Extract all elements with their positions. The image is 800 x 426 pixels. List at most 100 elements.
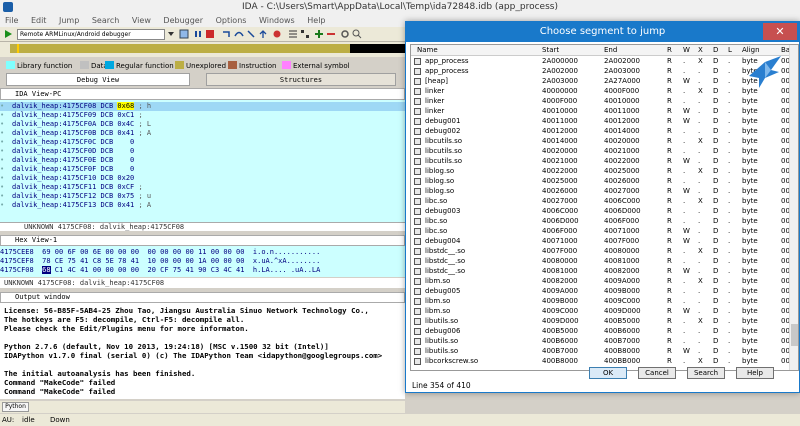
terminate-process-icon[interactable] bbox=[205, 29, 215, 39]
segment-icon bbox=[414, 288, 421, 295]
menu-options[interactable]: Options bbox=[211, 14, 252, 27]
menu-edit[interactable]: Edit bbox=[26, 14, 52, 27]
segment-row[interactable]: [heap] 2A003000 2A27A000 R W. D. byte 00 bbox=[411, 77, 798, 86]
segment-row[interactable]: libm.so 40082000 4009A000 R. X D. byte 00 bbox=[411, 277, 798, 286]
segment-row[interactable]: liblog.so 40022000 40025000 R. X D. byte 00 bbox=[411, 167, 798, 176]
segment-icon bbox=[414, 188, 421, 195]
segment-row[interactable]: app_process 2A002000 2A003000 R.. D. byte 00 bbox=[411, 67, 798, 76]
tab-debug-view[interactable]: Debug View bbox=[6, 73, 190, 86]
output-window[interactable]: License: 56-B85F-5AB4-25 Zhou Tao, Jiang… bbox=[0, 303, 405, 399]
list-view-icon[interactable] bbox=[288, 29, 298, 39]
navigation-band[interactable] bbox=[10, 44, 405, 53]
segment-row[interactable]: libcutils.so 40020000 40021000 R.. D. byte 00 bbox=[411, 147, 798, 156]
segment-row[interactable]: libc.so 4006F000 40071000 R W. D. byte 00 bbox=[411, 227, 798, 236]
run-to-cursor-icon[interactable] bbox=[246, 29, 256, 39]
disasm-line[interactable]: • dalvik_heap:4175CF13 DCB 0x41 ; A bbox=[0, 201, 405, 210]
menu-debugger[interactable]: Debugger bbox=[158, 14, 208, 27]
column-r[interactable]: R bbox=[667, 45, 672, 56]
segment-row[interactable]: libcutils.so 40014000 40020000 R. X D. byte 00 bbox=[411, 137, 798, 146]
disasm-line[interactable]: • dalvik_heap:4175CF10 DCB 0x20 bbox=[0, 174, 405, 183]
cancel-button[interactable]: Cancel bbox=[638, 367, 676, 379]
scrollbar-thumb[interactable] bbox=[791, 324, 798, 346]
disasm-line[interactable]: • dalvik_heap:4175CF08 DCB 0x68 ; h bbox=[0, 102, 405, 111]
debugger-select[interactable]: Remote ARMLinux/Android debugger bbox=[17, 29, 165, 40]
menu-search[interactable]: Search bbox=[87, 14, 124, 27]
column-start[interactable]: Start bbox=[542, 45, 559, 56]
column-d[interactable]: D bbox=[713, 45, 718, 56]
graph-view-icon[interactable] bbox=[300, 29, 310, 39]
add-icon[interactable] bbox=[314, 29, 324, 39]
disasm-line[interactable]: • dalvik_heap:4175CF0D DCB 0 bbox=[0, 147, 405, 156]
segment-row[interactable]: debug006 400B5000 400B6000 R.. D. byte 00 bbox=[411, 327, 798, 336]
segment-row[interactable]: libutils.so 400B7000 400B8000 R W. D. byte 00 bbox=[411, 347, 798, 356]
python-button[interactable]: Python bbox=[2, 402, 29, 412]
ida-view-disassembly[interactable]: • dalvik_heap:4175CF08 DCB 0x68 ; h • dalv… bbox=[0, 100, 405, 222]
menu-help[interactable]: Help bbox=[302, 14, 330, 27]
disasm-line[interactable]: • dalvik_heap:4175CF11 DCB 0xCF ; bbox=[0, 183, 405, 192]
segment-row[interactable]: linker 4000F000 40010000 R.. D. byte 00 bbox=[411, 97, 798, 106]
segment-row[interactable]: debug005 4009A000 4009B000 R.. D. byte 00 bbox=[411, 287, 798, 296]
segment-cell: D bbox=[713, 347, 719, 355]
close-icon[interactable]: ✕ bbox=[763, 23, 797, 40]
step-into-icon[interactable] bbox=[222, 29, 232, 39]
hex-view[interactable]: 4175CEE8 69 00 6F 00 6E 00 00 00 00 00 0… bbox=[0, 246, 405, 277]
disasm-line[interactable]: • dalvik_heap:4175CF0E DCB 0 bbox=[0, 156, 405, 165]
segment-row[interactable]: libc.so 4006D000 4006F000 R.. D. byte 00 bbox=[411, 217, 798, 226]
segment-row[interactable]: libstdc__.so 40080000 40081000 R.. D. byte 00 bbox=[411, 257, 798, 266]
column-name[interactable]: Name bbox=[417, 45, 438, 56]
tab-structures[interactable]: Structures bbox=[206, 73, 396, 86]
hex-line[interactable]: 4175CEF8 78 CE 75 41 C8 5E 78 41 10 00 0… bbox=[0, 257, 320, 266]
segment-row[interactable]: liblog.so 40026000 40027000 R W. D. byte 00 bbox=[411, 187, 798, 196]
column-l[interactable]: L bbox=[728, 45, 732, 56]
segment-row[interactable]: libm.so 4009C000 4009D000 R W. D. byte 00 bbox=[411, 307, 798, 316]
settings-icon[interactable] bbox=[340, 29, 350, 39]
disasm-line[interactable]: • dalvik_heap:4175CF09 DCB 0xC1 ; bbox=[0, 111, 405, 120]
remove-icon[interactable] bbox=[326, 29, 336, 39]
segment-row[interactable]: debug003 4006C000 4006D000 R.. D. byte 00 bbox=[411, 207, 798, 216]
segment-row[interactable]: liblog.so 40025000 40026000 R.. D. byte 00 bbox=[411, 177, 798, 186]
help-button[interactable]: Help bbox=[736, 367, 774, 379]
disasm-line[interactable]: • dalvik_heap:4175CF0C DCB 0 bbox=[0, 138, 405, 147]
start-process-icon[interactable] bbox=[3, 29, 13, 39]
menu-view[interactable]: View bbox=[127, 14, 156, 27]
disasm-line[interactable]: • dalvik_heap:4175CF12 DCB 0x75 ; u bbox=[0, 192, 405, 201]
disasm-line[interactable]: • dalvik_heap:4175CF0F DCB 0 bbox=[0, 165, 405, 174]
search-icon[interactable] bbox=[352, 29, 362, 39]
segment-row[interactable]: libcutils.so 40021000 40022000 R W. D. byte 00 bbox=[411, 157, 798, 166]
hex-line[interactable]: 4175CEE8 69 00 6F 00 6E 00 00 00 00 00 0… bbox=[0, 248, 320, 257]
dropdown-arrow-icon[interactable] bbox=[166, 29, 176, 39]
disasm-line[interactable]: • dalvik_heap:4175CF0B DCB 0x41 ; A bbox=[0, 129, 405, 138]
segment-row[interactable]: libutils.so 4009D000 400B5000 R. X D. byte 00 bbox=[411, 317, 798, 326]
segment-row[interactable]: debug001 40011000 40012000 R W. D. byte 00 bbox=[411, 117, 798, 126]
step-out-icon[interactable] bbox=[258, 29, 268, 39]
segment-row[interactable]: app_process 2A000000 2A002000 R. X D. byte 00 bbox=[411, 57, 798, 66]
segment-row[interactable]: debug002 40012000 40014000 R.. D. byte 00 bbox=[411, 127, 798, 136]
segment-row[interactable]: libm.so 4009B000 4009C000 R.. D. byte 00 bbox=[411, 297, 798, 306]
segment-table[interactable]: Name Start End R W X D L Align Base app_… bbox=[410, 44, 799, 371]
segment-row[interactable]: libstdc__.so 40081000 40082000 R W. D. byte 00 bbox=[411, 267, 798, 276]
step-over-icon[interactable] bbox=[234, 29, 244, 39]
disasm-line[interactable]: • dalvik_heap:4175CF0A DCB 0x4C ; L bbox=[0, 120, 405, 129]
menu-file[interactable]: File bbox=[0, 14, 23, 27]
debug-options-icon[interactable] bbox=[179, 29, 189, 39]
menu-windows[interactable]: Windows bbox=[254, 14, 300, 27]
segment-row[interactable]: linker 40010000 40011000 R W. D. byte 00 bbox=[411, 107, 798, 116]
segment-cell: D bbox=[713, 327, 719, 335]
column-end[interactable]: End bbox=[604, 45, 617, 56]
segment-row[interactable]: debug004 40071000 4007F000 R W. D. byte 00 bbox=[411, 237, 798, 246]
search-button[interactable]: Search bbox=[687, 367, 725, 379]
segment-row[interactable]: libc.so 40027000 4006C000 R. X D. byte 00 bbox=[411, 197, 798, 206]
segment-row[interactable]: libcorkscrew.so 400B8000 400BB000 R. X D. byte… bbox=[411, 357, 798, 366]
column-x[interactable]: X bbox=[698, 45, 703, 56]
navigation-cursor[interactable] bbox=[17, 44, 19, 53]
segment-row[interactable]: libstdc__.so 4007F000 40080000 R. X D. byte 00 bbox=[411, 247, 798, 256]
menu-jump[interactable]: Jump bbox=[54, 14, 84, 27]
vertical-scrollbar[interactable] bbox=[789, 45, 798, 370]
segment-row[interactable]: linker 40000000 4000F000 R. X D. byte 00 bbox=[411, 87, 798, 96]
hex-line[interactable]: 4175CF08 68 C1 4C 41 00 00 00 00 20 CF 7… bbox=[0, 266, 320, 275]
breakpoint-icon[interactable] bbox=[272, 29, 282, 39]
ok-button[interactable]: OK bbox=[589, 367, 627, 379]
column-w[interactable]: W bbox=[683, 45, 690, 56]
pause-icon[interactable] bbox=[193, 29, 203, 39]
segment-row[interactable]: libutils.so 400B6000 400B7000 R.. D. byte 00 bbox=[411, 337, 798, 346]
